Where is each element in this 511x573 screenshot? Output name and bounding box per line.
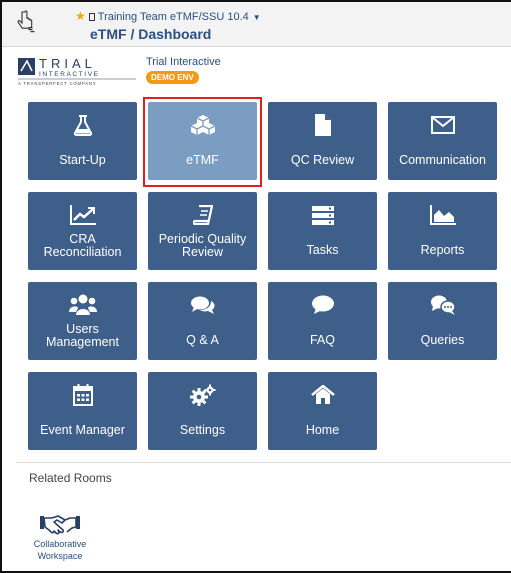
tile-label: Periodic Quality Review: [158, 232, 247, 259]
line-chart-icon: [69, 205, 96, 225]
tile-label: Users Management: [46, 322, 119, 349]
server-icon: [311, 206, 334, 225]
handshake-icon[interactable]: [38, 510, 82, 540]
tile-label: Event Manager: [40, 423, 125, 437]
flask-icon: [73, 115, 92, 136]
home-icon: [310, 385, 335, 404]
related-rooms-heading: Related Rooms: [29, 471, 112, 485]
tile-queries[interactable]: Queries: [388, 282, 497, 360]
tile-event-manager[interactable]: Event Manager: [28, 372, 137, 450]
tile-communication[interactable]: Communication: [388, 102, 497, 180]
logo-tagline: A TRANSPERFECT COMPANY: [18, 81, 96, 86]
tile-home[interactable]: Home: [268, 372, 377, 450]
favorite-star-icon[interactable]: ★: [75, 9, 86, 23]
tile-label: Settings: [179, 423, 226, 437]
logo-sub: INTERACTIVE: [39, 71, 100, 78]
tile-q-and-a[interactable]: Q & A: [148, 282, 257, 360]
comments-icon: [190, 296, 215, 314]
chevron-down-icon[interactable]: ▼: [253, 13, 261, 22]
tile-tasks[interactable]: Tasks: [268, 192, 377, 270]
tile-faq[interactable]: FAQ: [268, 282, 377, 360]
trial-interactive-logo: TRIAL INTERACTIVE A TRANSPERFECT COMPANY: [18, 56, 136, 86]
logo-word: TRIAL: [39, 56, 96, 71]
pointer-hand-icon[interactable]: [16, 10, 38, 34]
calendar-icon: [72, 384, 93, 406]
tile-label: Home: [305, 423, 340, 437]
book-icon: [192, 205, 213, 225]
tile-label: Start-Up: [59, 153, 106, 167]
tile-periodic-quality-review[interactable]: Periodic Quality Review: [148, 192, 257, 270]
cogs-icon: [189, 384, 215, 406]
comment-icon: [311, 295, 334, 314]
tile-label: Reports: [420, 243, 465, 257]
selection-highlight: [143, 97, 262, 187]
tile-label: CRA Reconciliation: [43, 232, 122, 259]
envelope-icon: [430, 116, 455, 134]
tile-label: Q & A: [186, 333, 219, 347]
tile-settings[interactable]: Settings: [148, 372, 257, 450]
tile-label: Communication: [399, 153, 486, 167]
users-icon: [68, 294, 97, 315]
tile-label: Queries: [420, 333, 465, 347]
breadcrumb-text[interactable]: Training Team eTMF/SSU 10.4: [98, 11, 249, 23]
tile-label: FAQ: [309, 333, 335, 347]
tile-users-management[interactable]: Users Management: [28, 282, 137, 360]
tile-reports[interactable]: Reports: [388, 192, 497, 270]
tile-cra-reconciliation[interactable]: CRA Reconciliation: [28, 192, 137, 270]
top-bar: ★ Training Team eTMF/SSU 10.4 ▼ eTMF / Das…: [2, 2, 511, 47]
tile-start-up[interactable]: Start-Up: [28, 102, 137, 180]
chat-bubbles-icon: [430, 295, 456, 315]
breadcrumb[interactable]: ★ Training Team eTMF/SSU 10.4 ▼: [75, 9, 261, 23]
org-name: Trial Interactive: [146, 56, 221, 68]
room-collaborative-workspace[interactable]: Collaborative Workspace: [22, 538, 98, 562]
tile-label: Tasks: [306, 243, 339, 257]
document-icon: [314, 114, 331, 136]
section-divider: [16, 462, 511, 463]
page-title: eTMF / Dashboard: [90, 26, 212, 42]
room-icon: [88, 13, 95, 21]
environment-badge: DEMO ENV: [146, 71, 199, 84]
tile-label: QC Review: [290, 153, 355, 167]
area-chart-icon: [429, 205, 456, 225]
tile-qc-review[interactable]: QC Review: [268, 102, 377, 180]
